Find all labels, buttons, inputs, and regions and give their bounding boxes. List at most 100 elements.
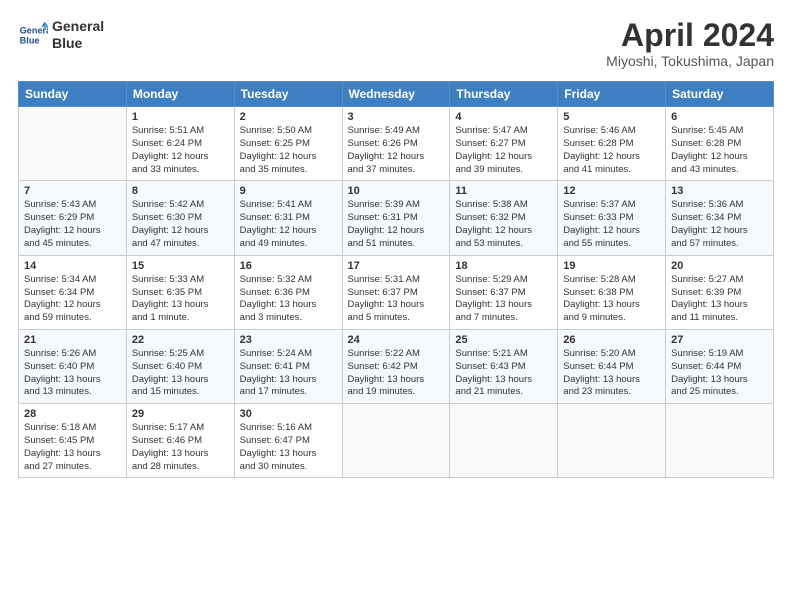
calendar-cell: 18 Sunrise: 5:29 AM Sunset: 6:37 PM Dayli… [450,255,558,329]
day-info: Sunrise: 5:37 AM Sunset: 6:33 PM Dayligh… [563,199,660,250]
day-number: 13 [671,185,768,197]
calendar-cell: 23 Sunrise: 5:24 AM Sunset: 6:41 PM Dayli… [234,329,342,403]
calendar-cell: 13 Sunrise: 5:36 AM Sunset: 6:34 PM Dayli… [666,181,774,255]
day-info: Sunrise: 5:31 AM Sunset: 6:37 PM Dayligh… [348,274,445,325]
calendar-cell: 25 Sunrise: 5:21 AM Sunset: 6:43 PM Dayli… [450,329,558,403]
day-info: Sunrise: 5:33 AM Sunset: 6:35 PM Dayligh… [132,274,229,325]
day-info: Sunrise: 5:34 AM Sunset: 6:34 PM Dayligh… [24,274,121,325]
day-info: Sunrise: 5:28 AM Sunset: 6:38 PM Dayligh… [563,274,660,325]
calendar-cell: 7Sunrise: 5:43 AM Sunset: 6:29 PM Daylig… [19,181,127,255]
day-number: 28 [24,408,121,420]
day-number: 19 [563,260,660,272]
weekday-header: Friday [558,82,666,107]
calendar-cell: 29 Sunrise: 5:17 AM Sunset: 6:46 PM Dayli… [126,404,234,478]
calendar-cell: 4Sunrise: 5:47 AM Sunset: 6:27 PM Daylig… [450,107,558,181]
calendar-week-row: 14 Sunrise: 5:34 AM Sunset: 6:34 PM Dayli… [19,255,774,329]
calendar-week-row: 1 Sunrise: 5:51 AM Sunset: 6:24 PM Daylig… [19,107,774,181]
day-number: 15 [132,260,229,272]
calendar-cell: 26 Sunrise: 5:20 AM Sunset: 6:44 PM Dayli… [558,329,666,403]
calendar-cell: 16Sunrise: 5:32 AM Sunset: 6:36 PM Dayli… [234,255,342,329]
calendar-cell: 14 Sunrise: 5:34 AM Sunset: 6:34 PM Dayli… [19,255,127,329]
day-number: 3 [348,111,445,123]
logo-text: General Blue [52,18,104,52]
day-number: 12 [563,185,660,197]
calendar-cell [666,404,774,478]
day-info: Sunrise: 5:22 AM Sunset: 6:42 PM Dayligh… [348,348,445,399]
day-number: 2 [240,111,337,123]
calendar-cell: 17 Sunrise: 5:31 AM Sunset: 6:37 PM Dayli… [342,255,450,329]
day-number: 23 [240,334,337,346]
day-number: 25 [455,334,552,346]
calendar-cell: 19 Sunrise: 5:28 AM Sunset: 6:38 PM Dayli… [558,255,666,329]
calendar-cell [558,404,666,478]
day-number: 20 [671,260,768,272]
calendar-cell [450,404,558,478]
weekday-header: Monday [126,82,234,107]
calendar-cell: 30Sunrise: 5:16 AM Sunset: 6:47 PM Dayli… [234,404,342,478]
day-info: Sunrise: 5:25 AM Sunset: 6:40 PM Dayligh… [132,348,229,399]
day-info: Sunrise: 5:27 AM Sunset: 6:39 PM Dayligh… [671,274,768,325]
day-number: 29 [132,408,229,420]
day-info: Sunrise: 5:51 AM Sunset: 6:24 PM Dayligh… [132,125,229,176]
day-info: Sunrise: 5:49 AM Sunset: 6:26 PM Dayligh… [348,125,445,176]
calendar-week-row: 28 Sunrise: 5:18 AM Sunset: 6:45 PM Dayli… [19,404,774,478]
calendar-container: General Blue General Blue April 2024 Miy… [0,0,792,612]
day-info: Sunrise: 5:43 AM Sunset: 6:29 PM Dayligh… [24,199,121,250]
weekday-header: Sunday [19,82,127,107]
day-number: 22 [132,334,229,346]
calendar-cell: 10Sunrise: 5:39 AM Sunset: 6:31 PM Dayli… [342,181,450,255]
day-number: 21 [24,334,121,346]
calendar-cell: 9 Sunrise: 5:41 AM Sunset: 6:31 PM Daylig… [234,181,342,255]
day-info: Sunrise: 5:45 AM Sunset: 6:28 PM Dayligh… [671,125,768,176]
calendar-cell: 3 Sunrise: 5:49 AM Sunset: 6:26 PM Daylig… [342,107,450,181]
day-info: Sunrise: 5:18 AM Sunset: 6:45 PM Dayligh… [24,422,121,473]
header: General Blue General Blue April 2024 Miy… [18,18,774,69]
calendar-cell: 8 Sunrise: 5:42 AM Sunset: 6:30 PM Daylig… [126,181,234,255]
day-info: Sunrise: 5:29 AM Sunset: 6:37 PM Dayligh… [455,274,552,325]
day-number: 9 [240,185,337,197]
day-number: 18 [455,260,552,272]
month-title: April 2024 [606,18,774,53]
svg-text:Blue: Blue [20,35,40,45]
calendar-cell: 6 Sunrise: 5:45 AM Sunset: 6:28 PM Daylig… [666,107,774,181]
day-info: Sunrise: 5:26 AM Sunset: 6:40 PM Dayligh… [24,348,121,399]
day-info: Sunrise: 5:17 AM Sunset: 6:46 PM Dayligh… [132,422,229,473]
day-info: Sunrise: 5:41 AM Sunset: 6:31 PM Dayligh… [240,199,337,250]
day-info: Sunrise: 5:46 AM Sunset: 6:28 PM Dayligh… [563,125,660,176]
calendar-cell: 12 Sunrise: 5:37 AM Sunset: 6:33 PM Dayli… [558,181,666,255]
day-number: 10 [348,185,445,197]
day-number: 26 [563,334,660,346]
calendar-week-row: 7Sunrise: 5:43 AM Sunset: 6:29 PM Daylig… [19,181,774,255]
svg-text:General: General [20,25,48,35]
calendar-header: SundayMondayTuesdayWednesdayThursdayFrid… [19,82,774,107]
calendar-table: SundayMondayTuesdayWednesdayThursdayFrid… [18,81,774,478]
day-number: 27 [671,334,768,346]
day-info: Sunrise: 5:19 AM Sunset: 6:44 PM Dayligh… [671,348,768,399]
calendar-cell: 22 Sunrise: 5:25 AM Sunset: 6:40 PM Dayli… [126,329,234,403]
day-number: 17 [348,260,445,272]
logo-line2: Blue [52,35,104,52]
day-info: Sunrise: 5:21 AM Sunset: 6:43 PM Dayligh… [455,348,552,399]
day-number: 30 [240,408,337,420]
calendar-cell: 15 Sunrise: 5:33 AM Sunset: 6:35 PM Dayli… [126,255,234,329]
day-number: 8 [132,185,229,197]
calendar-cell: 21 Sunrise: 5:26 AM Sunset: 6:40 PM Dayli… [19,329,127,403]
logo-line1: General [52,18,104,35]
day-info: Sunrise: 5:42 AM Sunset: 6:30 PM Dayligh… [132,199,229,250]
calendar-cell: 28 Sunrise: 5:18 AM Sunset: 6:45 PM Dayli… [19,404,127,478]
logo-icon: General Blue [18,20,48,50]
day-number: 14 [24,260,121,272]
day-info: Sunrise: 5:36 AM Sunset: 6:34 PM Dayligh… [671,199,768,250]
calendar-cell: 1 Sunrise: 5:51 AM Sunset: 6:24 PM Daylig… [126,107,234,181]
day-number: 6 [671,111,768,123]
day-info: Sunrise: 5:20 AM Sunset: 6:44 PM Dayligh… [563,348,660,399]
day-number: 1 [132,111,229,123]
day-number: 24 [348,334,445,346]
day-info: Sunrise: 5:50 AM Sunset: 6:25 PM Dayligh… [240,125,337,176]
calendar-cell: 5 Sunrise: 5:46 AM Sunset: 6:28 PM Daylig… [558,107,666,181]
day-info: Sunrise: 5:38 AM Sunset: 6:32 PM Dayligh… [455,199,552,250]
day-number: 5 [563,111,660,123]
day-number: 4 [455,111,552,123]
day-info: Sunrise: 5:24 AM Sunset: 6:41 PM Dayligh… [240,348,337,399]
weekday-header: Tuesday [234,82,342,107]
